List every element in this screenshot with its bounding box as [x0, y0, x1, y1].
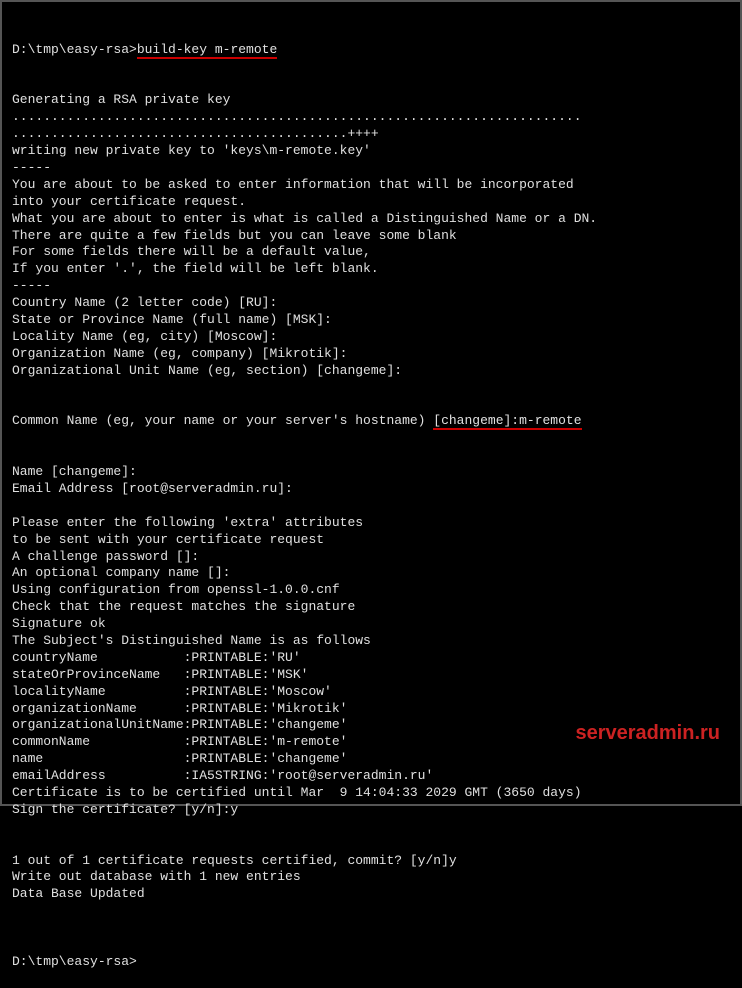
command-line-2: D:\tmp\easy-rsa> [12, 954, 730, 971]
terminal-line: A challenge password []: [12, 549, 730, 566]
terminal-line: to be sent with your certificate request [12, 532, 730, 549]
terminal-line: Data Base Updated [12, 886, 730, 903]
command-text: build-key m-remote [137, 42, 277, 59]
terminal-line: Organizational Unit Name (eg, section) [… [12, 363, 730, 380]
terminal-line: If you enter '.', the field will be left… [12, 261, 730, 278]
terminal-line: Sign the certificate? [y/n]:y [12, 802, 730, 819]
prompt-path: D:\tmp\easy-rsa> [12, 42, 137, 57]
terminal-line: into your certificate request. [12, 194, 730, 211]
terminal-line: ........................................… [12, 109, 730, 126]
terminal-line: State or Province Name (full name) [MSK]… [12, 312, 730, 329]
terminal-line: Organization Name (eg, company) [Mikroti… [12, 346, 730, 363]
terminal-window[interactable]: D:\tmp\easy-rsa>build-key m-remote Gener… [12, 8, 730, 988]
terminal-line: commonName :PRINTABLE:'m-remote' [12, 734, 730, 751]
terminal-line: Check that the request matches the signa… [12, 599, 730, 616]
terminal-line: An optional company name []: [12, 565, 730, 582]
terminal-line [12, 836, 730, 853]
terminal-line: writing new private key to 'keys\m-remot… [12, 143, 730, 160]
terminal-line: Certificate is to be certified until Mar… [12, 785, 730, 802]
cn-input: [changeme]:m-remote [433, 413, 581, 430]
terminal-line: emailAddress :IA5STRING:'root@serveradmi… [12, 768, 730, 785]
terminal-line: Name [changeme]: [12, 464, 730, 481]
terminal-line: Generating a RSA private key [12, 92, 730, 109]
terminal-line: ----- [12, 160, 730, 177]
terminal-line: Please enter the following 'extra' attri… [12, 515, 730, 532]
terminal-line: There are quite a few fields but you can… [12, 228, 730, 245]
terminal-line: ........................................… [12, 126, 730, 143]
terminal-line: Country Name (2 letter code) [RU]: [12, 295, 730, 312]
cn-prefix: Common Name (eg, your name or your serve… [12, 413, 433, 428]
command-line-1: D:\tmp\easy-rsa>build-key m-remote [12, 42, 730, 59]
terminal-line: organizationName :PRINTABLE:'Mikrotik' [12, 701, 730, 718]
terminal-line: Using configuration from openssl-1.0.0.c… [12, 582, 730, 599]
terminal-line: organizationalUnitName:PRINTABLE:'change… [12, 717, 730, 734]
terminal-line: stateOrProvinceName :PRINTABLE:'MSK' [12, 667, 730, 684]
prompt-path-2: D:\tmp\easy-rsa> [12, 954, 137, 969]
terminal-line: ----- [12, 278, 730, 295]
terminal-line: name :PRINTABLE:'changeme' [12, 751, 730, 768]
terminal-line: Email Address [root@serveradmin.ru]: [12, 481, 730, 498]
terminal-line: localityName :PRINTABLE:'Moscow' [12, 684, 730, 701]
terminal-line [12, 819, 730, 836]
output-block-1: Generating a RSA private key............… [12, 92, 730, 379]
terminal-line: Locality Name (eg, city) [Moscow]: [12, 329, 730, 346]
common-name-line: Common Name (eg, your name or your serve… [12, 413, 730, 430]
terminal-line: Signature ok [12, 616, 730, 633]
terminal-line: For some fields there will be a default … [12, 244, 730, 261]
terminal-line: Write out database with 1 new entries [12, 869, 730, 886]
terminal-line: countryName :PRINTABLE:'RU' [12, 650, 730, 667]
terminal-line: What you are about to enter is what is c… [12, 211, 730, 228]
terminal-line: 1 out of 1 certificate requests certifie… [12, 853, 730, 870]
output-block-2: Name [changeme]:Email Address [root@serv… [12, 464, 730, 920]
terminal-line [12, 903, 730, 920]
terminal-line: You are about to be asked to enter infor… [12, 177, 730, 194]
terminal-line [12, 498, 730, 515]
terminal-line: The Subject's Distinguished Name is as f… [12, 633, 730, 650]
